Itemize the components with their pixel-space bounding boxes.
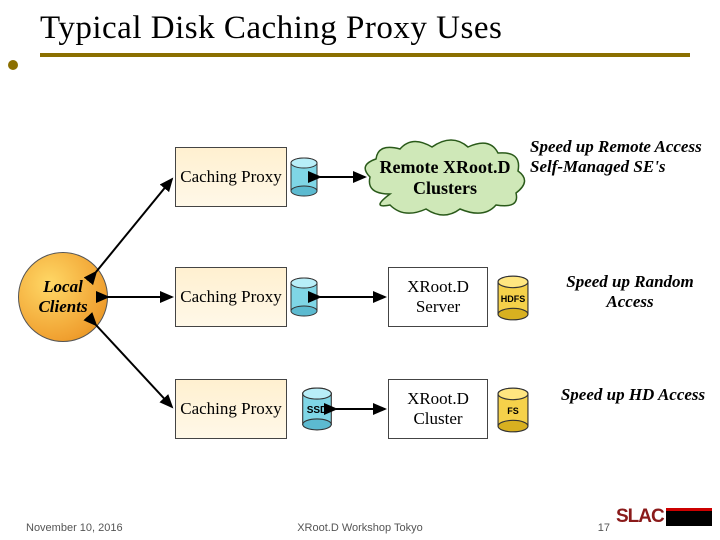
ssd-label: SSD xyxy=(300,405,334,416)
fs-label: FS xyxy=(494,406,532,416)
remote-clusters-cloud: Remote XRoot.D Clusters xyxy=(360,139,530,217)
local-clients-label: Local Clients xyxy=(19,277,107,317)
caching-proxy-1: Caching Proxy xyxy=(175,147,287,207)
footer: November 10, 2016 XRoot.D Workshop Tokyo… xyxy=(0,506,720,534)
xrootd-cluster-box: XRoot.D Cluster xyxy=(388,379,488,439)
caching-proxy-3: Caching Proxy xyxy=(175,379,287,439)
annotation-1: Speed up Remote Access Self-Managed SE's xyxy=(530,137,720,178)
diagram-canvas: Local Clients Caching Proxy Remote XRoot… xyxy=(0,57,720,487)
annotation-3: Speed up HD Access xyxy=(558,385,708,405)
local-clients-node: Local Clients xyxy=(18,252,108,342)
caching-proxy-2: Caching Proxy xyxy=(175,267,287,327)
hdfs-disk-icon: HDFS xyxy=(494,275,532,321)
hdfs-label: HDFS xyxy=(494,294,532,304)
slac-logo: SLAC xyxy=(616,506,712,536)
ssd-disk-icon: SSD xyxy=(300,387,334,431)
proxy1-disk-icon xyxy=(289,157,319,197)
annotation-2: Speed up Random Access xyxy=(550,272,710,313)
footer-page: 17 xyxy=(598,522,610,534)
proxy2-disk-icon xyxy=(289,277,319,317)
footer-center: XRoot.D Workshop Tokyo xyxy=(0,522,720,534)
logo-bar-icon xyxy=(666,508,712,526)
page-title: Typical Disk Caching Proxy Uses xyxy=(40,10,690,47)
xrootd-server-box: XRoot.D Server xyxy=(388,267,488,327)
fs-disk-icon: FS xyxy=(494,387,532,433)
